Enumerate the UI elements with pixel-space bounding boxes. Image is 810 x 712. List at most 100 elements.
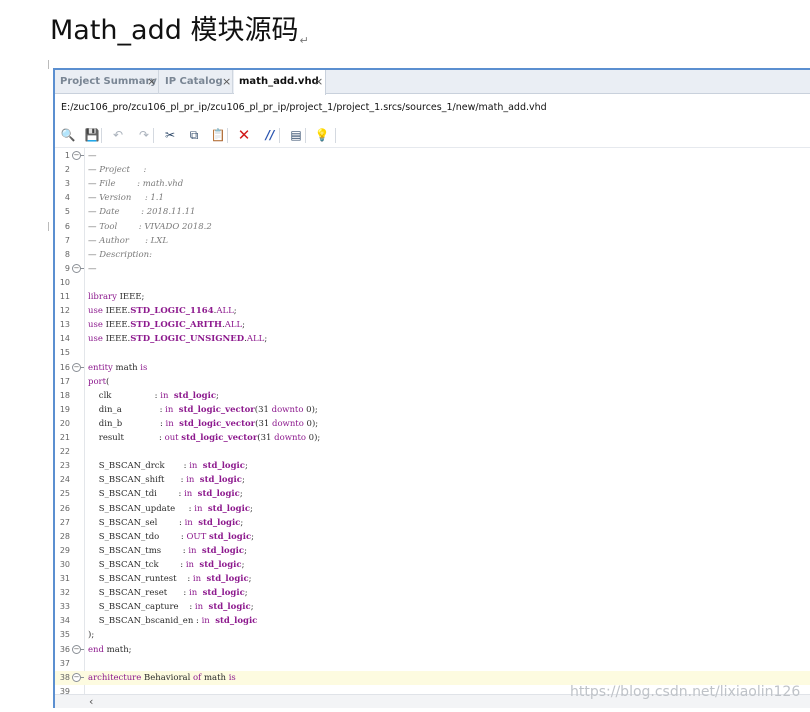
code-text: );	[88, 628, 94, 642]
close-icon[interactable]: ×	[314, 70, 323, 93]
code-token: S_BSCAN_capture	[88, 602, 190, 613]
code-token: ;	[239, 489, 243, 500]
code-token: std_logic	[201, 545, 245, 556]
code-token: entity	[88, 362, 113, 373]
undo-icon[interactable]: ↶	[109, 126, 127, 144]
comment-icon[interactable]: //	[261, 126, 279, 144]
code-line[interactable]: 25 S_BSCAN_tdi : in std_logic;	[55, 487, 810, 501]
tab-ip-catalog[interactable]: IP Catalog ×	[160, 70, 233, 94]
code-line[interactable]: 11 library IEEE;	[55, 290, 810, 304]
code-line[interactable]: 20 din_b : in std_logic_vector(31 downto…	[55, 417, 810, 431]
code-token: std_logic	[198, 517, 241, 528]
code-token: (31	[255, 418, 272, 429]
code-line[interactable]: 4 — Version : 1.1	[55, 191, 810, 205]
code-token: ;	[216, 390, 219, 401]
code-line[interactable]: 32 S_BSCAN_reset : in std_logic;	[55, 586, 810, 600]
document-heading: Math_add 模块源码↵	[50, 8, 309, 47]
line-number: 31	[59, 574, 70, 583]
code-line[interactable]: 26 S_BSCAN_update : in std_logic;	[55, 502, 810, 516]
file-path: E:/zuc106_pro/zcu106_pl_pr_ip/zcu106_pl_…	[55, 95, 810, 121]
code-line[interactable]: 37	[55, 657, 810, 671]
code-line[interactable]: 14 use IEEE.STD_LOGIC_UNSIGNED.ALL;	[55, 332, 810, 346]
code-token: — Date : 2018.11.11	[88, 207, 196, 218]
code-text: port(	[88, 375, 109, 389]
code-token: ;	[240, 517, 244, 528]
code-line[interactable]: 8 — Description:	[55, 248, 810, 262]
block-icon[interactable]: ▤	[287, 126, 305, 144]
line-number: 12	[59, 306, 70, 316]
code-line[interactable]: 10	[55, 276, 810, 290]
code-token: std_logic	[199, 559, 242, 570]
code-token: OUT	[186, 531, 207, 542]
code-token: S_BSCAN_reset	[88, 588, 184, 599]
line-number: 2	[64, 165, 70, 175]
code-token: in	[188, 545, 197, 556]
search-icon[interactable]: 🔍	[59, 126, 77, 144]
delete-icon[interactable]: ✕	[235, 126, 253, 144]
code-token: in	[201, 616, 210, 627]
code-token: ;	[244, 545, 247, 556]
code-line[interactable]: 29 S_BSCAN_tms : in std_logic;	[55, 544, 810, 558]
code-line[interactable]: 12 use IEEE.STD_LOGIC_1164.ALL;	[55, 304, 810, 318]
toolbar-separator	[101, 128, 102, 143]
code-token: din_b	[88, 418, 160, 429]
code-token: STD_LOGIC_1164	[130, 306, 214, 317]
code-token: is	[140, 362, 148, 373]
code-text: — Project :	[88, 163, 146, 177]
code-line[interactable]: 24 S_BSCAN_shift : in std_logic;	[55, 473, 810, 487]
fold-connector	[80, 676, 84, 678]
close-icon[interactable]: ×	[222, 70, 231, 93]
code-line[interactable]: 28 S_BSCAN_tdo : OUT std_logic;	[55, 530, 810, 544]
line-number: 38	[59, 672, 70, 682]
line-number: 34	[59, 616, 70, 626]
code-token: IEEE.	[102, 306, 131, 317]
close-icon[interactable]: ×	[147, 70, 156, 93]
code-line[interactable]: 34 S_BSCAN_bscanid_en : in std_logic	[55, 614, 810, 628]
code-line[interactable]: 35);	[55, 628, 810, 642]
code-token: in	[188, 588, 198, 599]
code-line[interactable]: 21 result : out std_logic_vector(31 down…	[55, 431, 810, 445]
code-line[interactable]: 16− entity math is	[55, 361, 810, 375]
code-line[interactable]: 18 clk : in std_logic;	[55, 389, 810, 403]
code-line[interactable]: 27 S_BSCAN_sel : in std_logic;	[55, 516, 810, 530]
code-text: S_BSCAN_drck : in std_logic;	[88, 459, 248, 473]
code-token: 0);	[303, 404, 318, 415]
code-line[interactable]: 23 S_BSCAN_drck : in std_logic;	[55, 459, 810, 473]
code-line[interactable]: 38− architecture Behavioral of math is	[55, 670, 810, 685]
code-text: din_b : in std_logic_vector(31 downto 0)…	[88, 417, 318, 431]
paste-icon[interactable]: 📋	[209, 126, 227, 144]
code-line[interactable]: 7 — Author : LXL	[55, 234, 810, 248]
code-token: S_BSCAN_sel	[88, 517, 180, 528]
code-line[interactable]: 6 — Tool : VIVADO 2018.2	[55, 220, 810, 234]
code-text: entity math is	[88, 361, 147, 375]
code-line[interactable]: 15	[55, 346, 810, 360]
tab-math-add-vhd[interactable]: math_add.vhd ×	[234, 70, 326, 95]
code-line[interactable]: 1− —	[55, 149, 810, 163]
cut-icon[interactable]: ✂	[161, 126, 179, 144]
code-text: end math;	[88, 643, 132, 657]
code-line[interactable]: 9− —	[55, 262, 810, 276]
code-token: ;	[250, 503, 253, 514]
code-text: S_BSCAN_update : in std_logic;	[88, 502, 253, 516]
code-line[interactable]: 17 port(	[55, 375, 810, 389]
code-line[interactable]: 5 — Date : 2018.11.11	[55, 205, 810, 219]
code-line[interactable]: 3 — File : math.vhd	[55, 177, 810, 191]
code-line[interactable]: 33 S_BSCAN_capture : in std_logic;	[55, 600, 810, 614]
code-line[interactable]: 22	[55, 445, 810, 459]
code-line[interactable]: 30 S_BSCAN_tck : in std_logic;	[55, 558, 810, 572]
code-line[interactable]: 19 din_a : in std_logic_vector(31 downto…	[55, 403, 810, 417]
line-number: 29	[59, 545, 70, 555]
code-token: downto	[271, 404, 304, 415]
copy-icon[interactable]: ⧉	[185, 126, 203, 144]
code-line[interactable]: 13 use IEEE.STD_LOGIC_ARITH.ALL;	[55, 318, 810, 332]
code-line[interactable]: 36− end math;	[55, 643, 810, 657]
code-line[interactable]: 2 — Project :	[55, 163, 810, 177]
tab-project-summary[interactable]: Project Summary ×	[55, 70, 159, 94]
redo-icon[interactable]: ↷	[135, 126, 153, 144]
code-line[interactable]: 31 S_BSCAN_runtest : in std_logic;	[55, 572, 810, 586]
code-editor[interactable]: ‹ 1− —2— Project :3— File : math.vhd 4— Ve…	[55, 147, 810, 708]
lightbulb-icon[interactable]: 💡	[313, 126, 331, 144]
save-icon[interactable]: 💾	[83, 126, 101, 144]
ide-editor-window: Project Summary × IP Catalog × math_add.…	[53, 68, 810, 708]
code-token: — Tool : VIVADO 2018.2	[88, 221, 212, 232]
